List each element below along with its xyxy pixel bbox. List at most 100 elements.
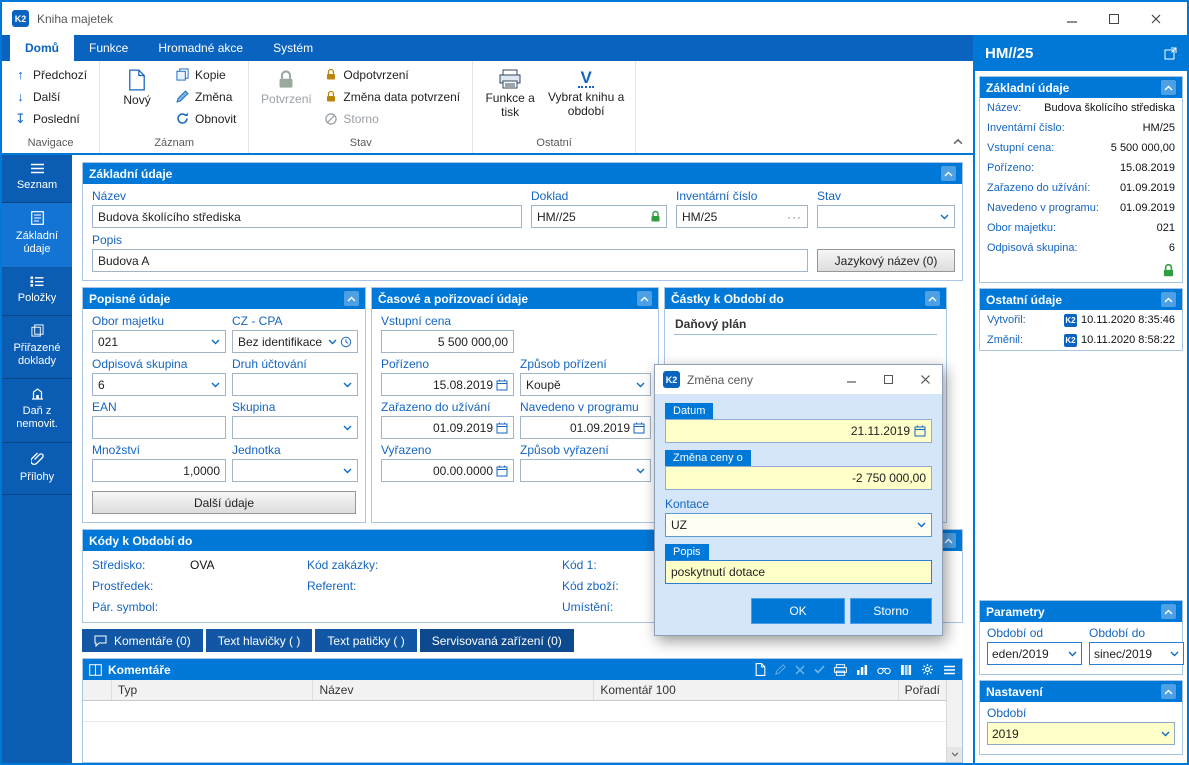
chevron-down-icon[interactable] [343,468,352,474]
sidebar-item-seznam[interactable]: Seznam [2,155,72,204]
chevron-down-icon[interactable] [343,382,352,388]
chevron-down-icon[interactable] [636,468,645,474]
stredisko-field[interactable]: Středisko: OVA [92,558,307,572]
obnovit-button[interactable]: Obnovit [171,108,241,129]
tab-text-hlavicky[interactable]: Text hlavičky ( ) [205,629,313,652]
chevron-down-icon[interactable] [328,339,337,345]
chevron-down-icon[interactable] [211,339,220,345]
porizeno-field[interactable]: 15.08.2019 [381,373,514,396]
scroll-down-button[interactable] [947,747,962,762]
obdobi-do-field[interactable]: sinec/2019 [1089,642,1184,665]
odpotvrzeni-button[interactable]: Odpotvrzení [320,64,465,85]
sidebar-item-prirazene-doklady[interactable]: Přiřazené doklady [2,316,72,380]
chevron-down-icon[interactable] [1161,731,1170,737]
calendar-icon[interactable] [496,465,508,477]
odpisova-skupina-field[interactable]: 6 [92,373,226,396]
calendar-icon[interactable] [633,422,645,434]
dialog-minimize-button[interactable] [836,368,866,392]
sidebar-item-dan-z-nemovitosti[interactable]: Daň z nemovit. [2,379,72,443]
new-document-icon[interactable] [755,663,766,676]
chevron-down-icon[interactable] [211,382,220,388]
close-button[interactable] [1135,6,1177,32]
menu-icon[interactable] [943,665,956,675]
zpusob-vyrazeni-field[interactable] [520,459,651,482]
chevron-down-icon[interactable] [1170,651,1179,657]
tab-servisovana-zarizeni[interactable]: Servisovaná zařízení (0) [419,629,574,652]
table-scrollbar[interactable] [946,680,962,762]
collapse-section-button[interactable] [1161,604,1176,619]
obdobi-field[interactable]: 2019 [987,722,1175,745]
search-icon[interactable] [877,665,891,675]
zarazeno-field[interactable]: 01.09.2019 [381,416,514,439]
mnozstvi-field[interactable]: 1,0000 [92,459,226,482]
par-symbol-field[interactable]: Pár. symbol: [92,600,307,614]
dialog-maximize-button[interactable] [873,368,903,392]
jednotka-field[interactable] [232,459,358,482]
open-in-window-icon[interactable] [1164,47,1177,60]
col-komentar[interactable]: Komentář 100 [594,680,899,700]
obor-majetku-field[interactable]: 021 [92,330,226,353]
ribbon-tab-hromadne-akce[interactable]: Hromadné akce [143,35,258,61]
chevron-down-icon[interactable] [940,214,949,220]
ean-field[interactable] [92,416,226,439]
tab-text-paticky[interactable]: Text patičky ( ) [315,629,417,652]
inventarni-cislo-field[interactable]: HM/25 ··· [676,205,808,228]
col-nazev[interactable]: Název [313,680,595,700]
ok-button[interactable]: OK [751,598,845,624]
gear-icon[interactable] [921,663,934,676]
cz-cpa-field[interactable]: Bez identifikace [232,330,358,353]
sidebar-item-prilohy[interactable]: Přílohy [2,443,72,495]
collapse-ribbon-button[interactable] [953,138,963,145]
popis-field[interactable]: poskytnutí dotace [665,560,932,584]
ribbon-tab-domu[interactable]: Domů [10,35,74,61]
collapse-section-button[interactable] [1161,292,1176,307]
predchozi-button[interactable]: ↑ Předchozí [9,64,92,85]
chevron-down-icon[interactable] [343,425,352,431]
kod-zakazky-field[interactable]: Kód zakázky: [307,558,562,572]
dalsi-udaje-button[interactable]: Další údaje [92,491,356,514]
dalsi-button[interactable]: ↓ Další [9,86,92,107]
obdobi-od-field[interactable]: eden/2019 [987,642,1082,665]
stav-field[interactable] [817,205,955,228]
collapse-section-button[interactable] [1161,80,1176,95]
skupina-field[interactable] [232,416,358,439]
columns-icon[interactable] [900,664,912,676]
kontace-field[interactable]: UZ [665,513,932,537]
ribbon-tab-funkce[interactable]: Funkce [74,35,143,61]
collapse-section-button[interactable] [637,291,652,306]
zpusob-porizeni-field[interactable]: Koupě [520,373,651,396]
referent-field[interactable]: Referent: [307,579,562,593]
vstupni-cena-field[interactable]: 5 500 000,00 [381,330,514,353]
zmena-data-potvrzeni-button[interactable]: Změna data potvrzení [320,86,465,107]
chevron-down-icon[interactable] [636,382,645,388]
ribbon-tab-system[interactable]: Systém [258,35,328,61]
popis-field[interactable]: Budova A [92,249,808,272]
vyrazeno-field[interactable]: 00.00.0000 [381,459,514,482]
maximize-button[interactable] [1093,6,1135,32]
chart-icon[interactable] [856,664,868,676]
col-poradi[interactable]: Pořadí [899,680,946,700]
datum-field[interactable]: 21.11.2019 [665,419,932,443]
jazykovy-nazev-button[interactable]: Jazykový název (0) [817,249,955,272]
print-icon[interactable] [834,663,847,676]
minimize-button[interactable] [1051,6,1093,32]
chevron-down-icon[interactable] [917,522,926,528]
nazev-field[interactable]: Budova školícího střediska [92,205,522,228]
storno-button[interactable]: Storno [850,598,932,624]
collapse-section-button[interactable] [941,166,956,181]
calendar-icon[interactable] [496,379,508,391]
sidebar-item-zakladni-udaje[interactable]: Základní údaje [2,203,72,268]
clock-icon[interactable] [340,336,352,348]
zmena-ceny-o-field[interactable]: -2 750 000,00 [665,466,932,490]
calendar-icon[interactable] [496,422,508,434]
zmena-button[interactable]: Změna [171,86,241,107]
novy-button[interactable]: Nový [107,64,167,134]
chevron-down-icon[interactable] [1068,651,1077,657]
more-icon[interactable]: ··· [787,210,802,224]
collapse-section-button[interactable] [344,291,359,306]
posledni-button[interactable]: ↧ Poslední [9,108,92,129]
table-row[interactable] [83,701,946,722]
sidebar-item-polozky[interactable]: Položky [2,268,72,316]
kopie-button[interactable]: Kopie [171,64,241,85]
funkce-a-tisk-button[interactable]: Funkce a tisk [480,64,540,134]
